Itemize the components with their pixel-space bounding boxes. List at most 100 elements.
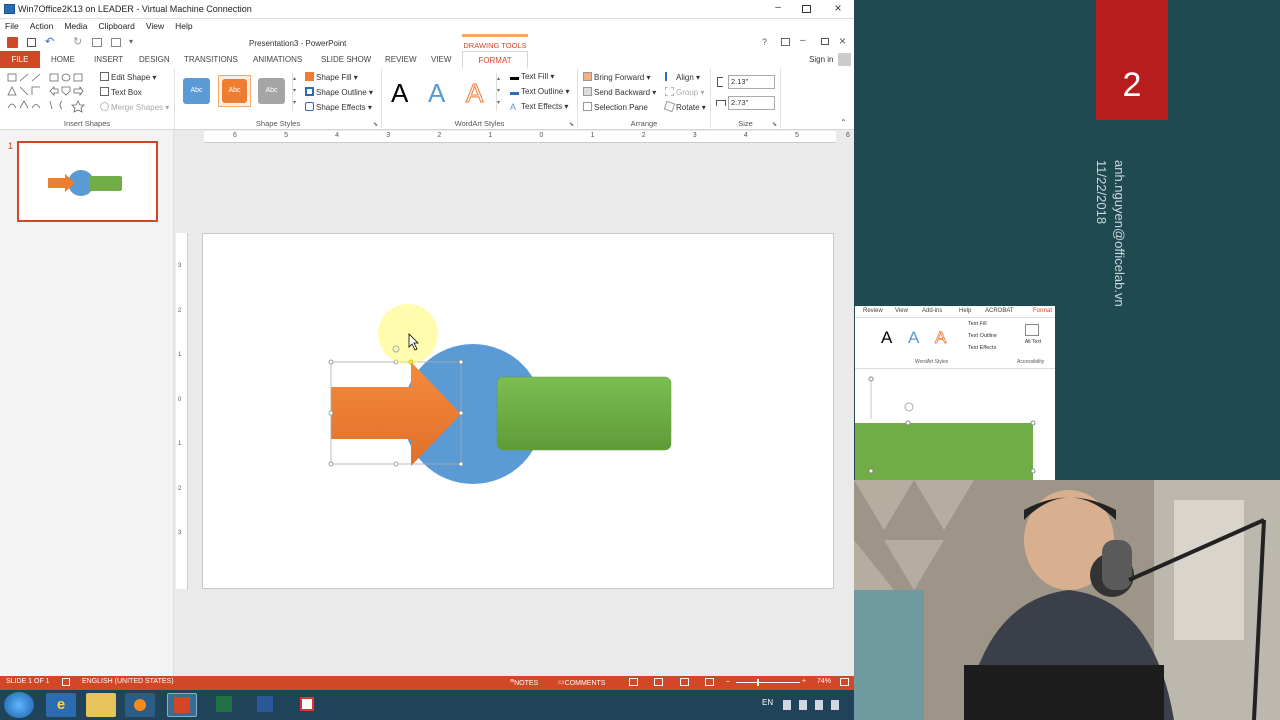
vm-menu-action[interactable]: Action bbox=[30, 21, 54, 31]
wordart-black[interactable]: A bbox=[391, 78, 408, 109]
merge-shapes-button[interactable]: Merge Shapes ▾ bbox=[100, 102, 169, 112]
shape-fill-label: Shape Fill bbox=[316, 73, 352, 82]
shape-styles-launcher-icon[interactable]: ⬊ bbox=[373, 121, 378, 128]
tab-slide-show[interactable]: SLIDE SHOW bbox=[321, 51, 371, 68]
normal-view-icon[interactable] bbox=[629, 678, 638, 686]
close-icon[interactable]: × bbox=[832, 1, 844, 15]
ruler-tick-label: 1 bbox=[590, 132, 595, 139]
maximize-icon[interactable] bbox=[802, 5, 811, 13]
minimize-icon[interactable]: – bbox=[772, 2, 784, 16]
style-swatch-gray[interactable]: Abc bbox=[258, 78, 285, 104]
start-from-beginning-icon[interactable] bbox=[92, 38, 102, 47]
collapse-ribbon-icon[interactable]: ⌃ bbox=[840, 118, 847, 127]
tab-home[interactable]: HOME bbox=[51, 51, 75, 68]
ribbon-tabs: FILE HOME INSERT DESIGN TRANSITIONS ANIM… bbox=[0, 51, 854, 68]
spell-check-icon[interactable] bbox=[62, 678, 70, 686]
tab-format[interactable]: FORMAT bbox=[462, 51, 528, 68]
language-status[interactable]: ENGLISH (UNITED STATES) bbox=[82, 678, 174, 685]
bring-forward-label: Bring Forward bbox=[594, 73, 645, 82]
ppt-restore-icon[interactable] bbox=[821, 38, 829, 45]
sign-in-link[interactable]: Sign in bbox=[809, 55, 833, 64]
tab-design[interactable]: DESIGN bbox=[139, 51, 170, 68]
edit-shape-button[interactable]: Edit Shape ▾ bbox=[100, 72, 156, 82]
zoom-slider[interactable] bbox=[736, 682, 800, 683]
tray-language[interactable]: EN bbox=[762, 698, 773, 707]
slide-canvas[interactable] bbox=[202, 233, 834, 589]
comments-button[interactable]: ▭ COMMENTS bbox=[558, 678, 605, 687]
text-fill-button[interactable]: Text Fill ▾ bbox=[510, 72, 554, 81]
snipping-tool-icon[interactable] bbox=[292, 693, 322, 717]
vruler-tick-label: 2 bbox=[178, 485, 182, 492]
bring-forward-button[interactable]: Bring Forward ▾ bbox=[583, 72, 651, 82]
ppt-minimize-icon[interactable]: – bbox=[800, 35, 806, 46]
align-button[interactable]: Align ▾ bbox=[665, 72, 700, 82]
shape-fill-button[interactable]: Shape Fill ▾ bbox=[305, 72, 358, 82]
zoom-slider-thumb[interactable] bbox=[757, 679, 759, 686]
text-outline-button[interactable]: Text Outline ▾ bbox=[510, 87, 570, 96]
preview-alt-text-icon bbox=[1025, 324, 1039, 336]
shape-effects-button[interactable]: Shape Effects ▾ bbox=[305, 102, 372, 112]
ppt-tile bbox=[174, 697, 190, 713]
vm-menu-file[interactable]: File bbox=[5, 21, 19, 31]
style-swatch-orange[interactable]: Abc bbox=[218, 75, 251, 107]
send-backward-button[interactable]: Send Backward ▾ bbox=[583, 87, 656, 97]
height-input[interactable]: 2.13" bbox=[728, 75, 775, 89]
tab-file[interactable]: FILE bbox=[0, 51, 40, 68]
excel-taskbar-icon[interactable] bbox=[209, 693, 239, 717]
width-input[interactable]: 2.73" bbox=[728, 96, 775, 110]
start-button[interactable] bbox=[4, 692, 34, 718]
zoom-out-icon[interactable]: – bbox=[726, 678, 730, 685]
zoom-in-icon[interactable]: + bbox=[802, 678, 806, 685]
powerpoint-logo-icon bbox=[7, 37, 18, 48]
internet-explorer-icon[interactable]: e bbox=[46, 693, 76, 717]
vm-menu-help[interactable]: Help bbox=[175, 21, 192, 31]
vm-menu-view[interactable]: View bbox=[146, 21, 164, 31]
fit-slide-icon[interactable] bbox=[840, 678, 849, 686]
styles-gallery-scroll[interactable]: ▴ ▾ ▾ bbox=[292, 73, 299, 111]
text-effects-button[interactable]: A Text Effects ▾ bbox=[510, 102, 568, 112]
customize-qat-icon[interactable]: ▾ bbox=[129, 37, 133, 46]
slideshow-view-icon[interactable] bbox=[705, 678, 714, 686]
reading-view-icon[interactable] bbox=[680, 678, 689, 686]
tab-animations[interactable]: ANIMATIONS bbox=[253, 51, 302, 68]
zoom-level[interactable]: 74% bbox=[817, 678, 831, 685]
wordart-launcher-icon[interactable]: ⬊ bbox=[569, 121, 574, 128]
green-rectangle-shape bbox=[496, 376, 672, 451]
group-button[interactable]: Group ▾ bbox=[665, 87, 704, 97]
tab-insert[interactable]: INSERT bbox=[94, 51, 123, 68]
slide-sorter-icon[interactable] bbox=[654, 678, 663, 686]
rotate-button[interactable]: Rotate ▾ bbox=[663, 100, 706, 113]
touch-mode-icon[interactable] bbox=[111, 38, 121, 47]
shape-outline-icon bbox=[305, 87, 314, 96]
ribbon-display-icon[interactable] bbox=[781, 38, 790, 46]
wordart-gallery-scroll[interactable]: ▴ ▾ ▾ bbox=[496, 73, 503, 111]
tab-review[interactable]: REVIEW bbox=[385, 51, 417, 68]
wordart-orange[interactable]: A bbox=[465, 78, 483, 109]
explorer-icon[interactable] bbox=[86, 693, 116, 717]
preview-tab-format: Format bbox=[1033, 308, 1053, 314]
user-avatar[interactable] bbox=[838, 53, 851, 66]
word-taskbar-icon[interactable] bbox=[250, 693, 280, 717]
save-icon[interactable] bbox=[27, 38, 36, 47]
style-swatch-blue[interactable]: Abc bbox=[183, 78, 210, 104]
undo-icon[interactable]: ↶ bbox=[45, 35, 54, 48]
help-icon[interactable]: ? bbox=[762, 37, 767, 47]
preview-tab-acrobat: ACROBAT bbox=[985, 308, 1014, 314]
notes-button[interactable]: ≡ NOTES bbox=[510, 678, 538, 687]
selection-pane-button[interactable]: Selection Pane bbox=[583, 102, 648, 112]
slide-thumbnail[interactable] bbox=[17, 141, 158, 222]
vm-menu-clipboard[interactable]: Clipboard bbox=[98, 21, 134, 31]
vm-menu-media[interactable]: Media bbox=[64, 21, 87, 31]
ppt-close-icon[interactable]: × bbox=[839, 34, 846, 48]
media-player-icon[interactable] bbox=[125, 693, 155, 717]
redo-icon[interactable]: ↻ bbox=[73, 35, 82, 48]
shape-outline-button[interactable]: Shape Outline ▾ bbox=[305, 87, 373, 97]
notes-label: NOTES bbox=[514, 680, 539, 687]
tab-view[interactable]: VIEW bbox=[431, 51, 451, 68]
powerpoint-taskbar-icon[interactable] bbox=[167, 693, 197, 717]
text-box-button[interactable]: Text Box bbox=[100, 87, 142, 97]
size-launcher-icon[interactable]: ⬊ bbox=[772, 121, 777, 128]
shapes-gallery[interactable] bbox=[6, 73, 92, 113]
tab-transitions[interactable]: TRANSITIONS bbox=[184, 51, 238, 68]
wordart-blue[interactable]: A bbox=[428, 78, 445, 109]
